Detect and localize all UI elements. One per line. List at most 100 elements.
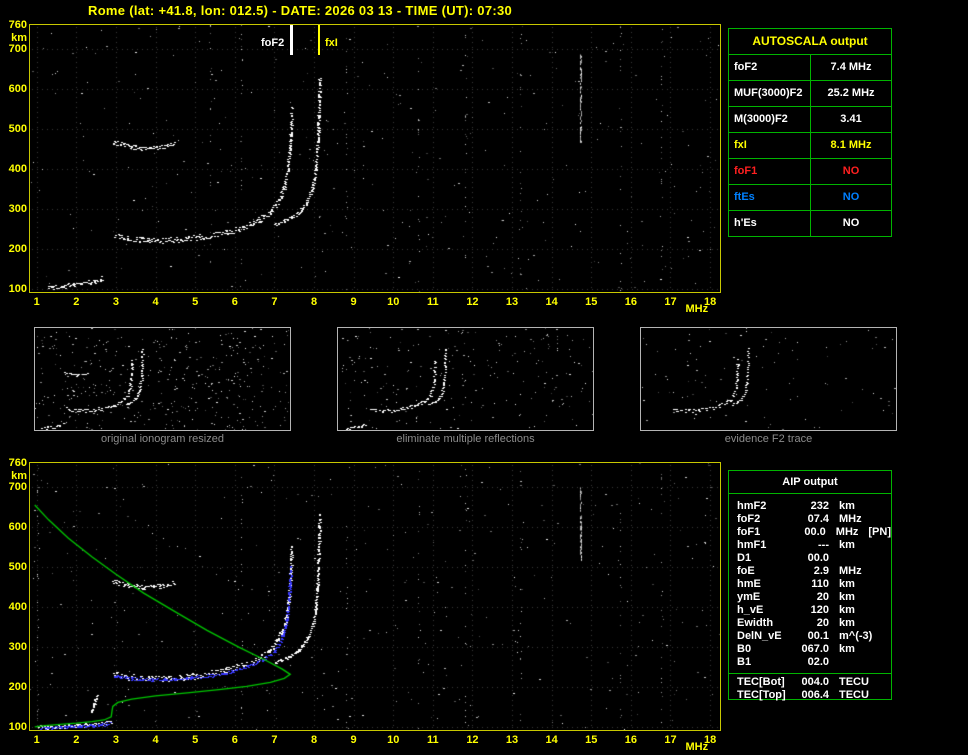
x-tick-label: 17: [664, 296, 677, 308]
y-axis-unit-label: km: [11, 470, 27, 482]
aip-row-value: 20: [816, 617, 829, 629]
aip-row-label: h_vE: [737, 604, 764, 616]
y-tick-label: 600: [8, 83, 27, 96]
mini-caption-f2trace: evidence F2 trace: [724, 433, 813, 445]
fxI-marker-label: fxI: [324, 37, 338, 49]
aip-row-value: 067.0: [801, 643, 829, 655]
autoscala-table-header: AUTOSCALA output: [729, 29, 891, 55]
autoscala-row: foF1 NO: [729, 159, 891, 185]
x-tick-label: 10: [387, 734, 400, 746]
mini-panel-original: [34, 327, 291, 431]
x-tick-label: 2: [73, 296, 80, 308]
aip-row: D1 00.0: [729, 552, 891, 565]
autoscala-row-label: ftEs: [729, 185, 811, 210]
aip-row-value: 120: [810, 604, 829, 616]
x-tick-label: 17: [664, 734, 677, 746]
autoscala-row-value: 7.4 MHz: [830, 61, 872, 73]
x-tick-label: 9: [350, 296, 357, 308]
aip-tec-value: 004.0: [801, 676, 829, 688]
y-tick-label: 200: [8, 681, 27, 694]
autoscala-row-value: 25.2 MHz: [827, 87, 875, 99]
aip-row-value: 00.0: [807, 552, 829, 564]
aip-table-header: AIP output: [729, 471, 891, 494]
autoscala-row-label: foF2: [729, 55, 811, 80]
aip-table-rows: hmF2 232 km foF2 07.4 MHz foF1 00.0 MHz [PN] hmF1 -…: [729, 494, 891, 669]
aip-row-label: D1: [737, 552, 752, 564]
autoscala-row-label: foF1: [729, 159, 811, 184]
foF2-marker-line: [290, 25, 294, 55]
y-tick-label: 760: [8, 19, 27, 31]
y-tick-label: 200: [8, 243, 27, 256]
aip-row: foE 2.9 MHz: [729, 565, 891, 578]
autoscala-screen: Rome (lat: +41.8, lon: 012.5) - DATE: 20…: [0, 0, 968, 755]
x-tick-label: 6: [231, 296, 238, 308]
aip-row-unit: km: [839, 617, 855, 629]
x-tick-label: 7: [271, 296, 278, 308]
mini-caption-filtered: eliminate multiple reflections: [396, 433, 535, 445]
y-tick-label: 500: [8, 561, 27, 574]
aip-row-unit: km: [839, 578, 855, 590]
x-tick-label: 14: [545, 734, 558, 746]
aip-row-value: 00.1: [807, 630, 829, 642]
y-tick-label: 100: [8, 283, 27, 296]
aip-row-label: foF2: [737, 513, 761, 525]
autoscala-row-value: 3.41: [840, 113, 862, 125]
x-tick-label: 13: [505, 734, 519, 746]
aip-row-note: [PN]: [868, 526, 891, 538]
x-tick-label: 11: [427, 734, 439, 746]
y-tick-label: 760: [8, 457, 27, 469]
x-tick-label: 14: [545, 296, 558, 308]
aip-row: hmE 110 km: [729, 578, 891, 591]
aip-row-label: foF1: [737, 526, 761, 538]
aip-row: h_vE 120 km: [729, 604, 891, 617]
aip-row-label: B0: [737, 643, 752, 655]
x-tick-label: 3: [112, 296, 119, 308]
x-tick-label: 16: [624, 296, 637, 308]
aip-row-unit: km: [839, 591, 855, 603]
x-tick-label: 15: [585, 734, 598, 746]
mini-panel-f2trace: [640, 327, 897, 431]
aip-row-unit: MHz: [835, 526, 859, 538]
aip-row-value: 110: [811, 578, 829, 590]
aip-row-label: hmF1: [737, 539, 767, 551]
y-tick-label: 300: [8, 641, 27, 654]
main-ionogram-plot: [29, 24, 721, 293]
aip-row: foF2 07.4 MHz: [729, 513, 891, 526]
aip-tec-rows: TEC[Bot] 004.0 TECU TEC[Top] 006.4 TECU: [729, 673, 891, 702]
x-tick-label: 8: [310, 734, 318, 746]
y-tick-label: 100: [8, 721, 27, 734]
aip-row-label: hmE: [737, 578, 761, 590]
mini-filtered-canvas: [338, 328, 593, 430]
y-tick-label: 700: [8, 481, 27, 494]
mini-f2trace-canvas: [641, 328, 896, 430]
x-tick-label: 4: [152, 734, 159, 746]
aip-row-unit: km: [839, 604, 855, 616]
y-tick-label: 400: [8, 163, 27, 176]
aip-row: DelN_vE 00.1 m^(-3): [729, 630, 891, 643]
x-tick-label: 10: [387, 296, 400, 308]
aip-row: ymE 20 km: [729, 591, 891, 604]
y-axis-unit-label: km: [11, 32, 27, 44]
y-tick-label: 700: [8, 43, 27, 56]
autoscala-table-rows: foF2 7.4 MHz MUF(3000)F2 25.2 MHz M(3000)F2 3…: [729, 55, 891, 236]
aip-row-value: 20: [816, 591, 829, 603]
x-axis-unit-label: MHz: [685, 303, 709, 315]
aip-row-unit: km: [839, 500, 855, 512]
profile-ionogram-plot: [29, 462, 721, 731]
aip-row-label: B1: [737, 656, 752, 668]
aip-tec-row: TEC[Bot] 004.0 TECU: [729, 676, 891, 689]
station-title: Rome (lat: +41.8, lon: 012.5) - DATE: 20…: [88, 3, 513, 18]
x-tick-label: 4: [152, 296, 159, 308]
aip-table: AIP output hmF2 232 km foF2 07.4 MHz foF1 00.0 M…: [728, 470, 892, 702]
x-tick-label: 8: [310, 296, 318, 308]
autoscala-row-label: fxI: [729, 133, 811, 158]
x-tick-label: 13: [505, 296, 519, 308]
x-tick-label: 15: [585, 296, 598, 308]
autoscala-row: foF2 7.4 MHz: [729, 55, 891, 81]
aip-row-label: hmF2: [737, 500, 767, 512]
aip-row-value: 07.4: [807, 513, 829, 525]
aip-row-value: 2.9: [813, 565, 829, 577]
main-ionogram-canvas: [30, 25, 720, 292]
x-tick-label: 5: [192, 734, 199, 746]
aip-tec-unit: TECU: [839, 676, 869, 688]
